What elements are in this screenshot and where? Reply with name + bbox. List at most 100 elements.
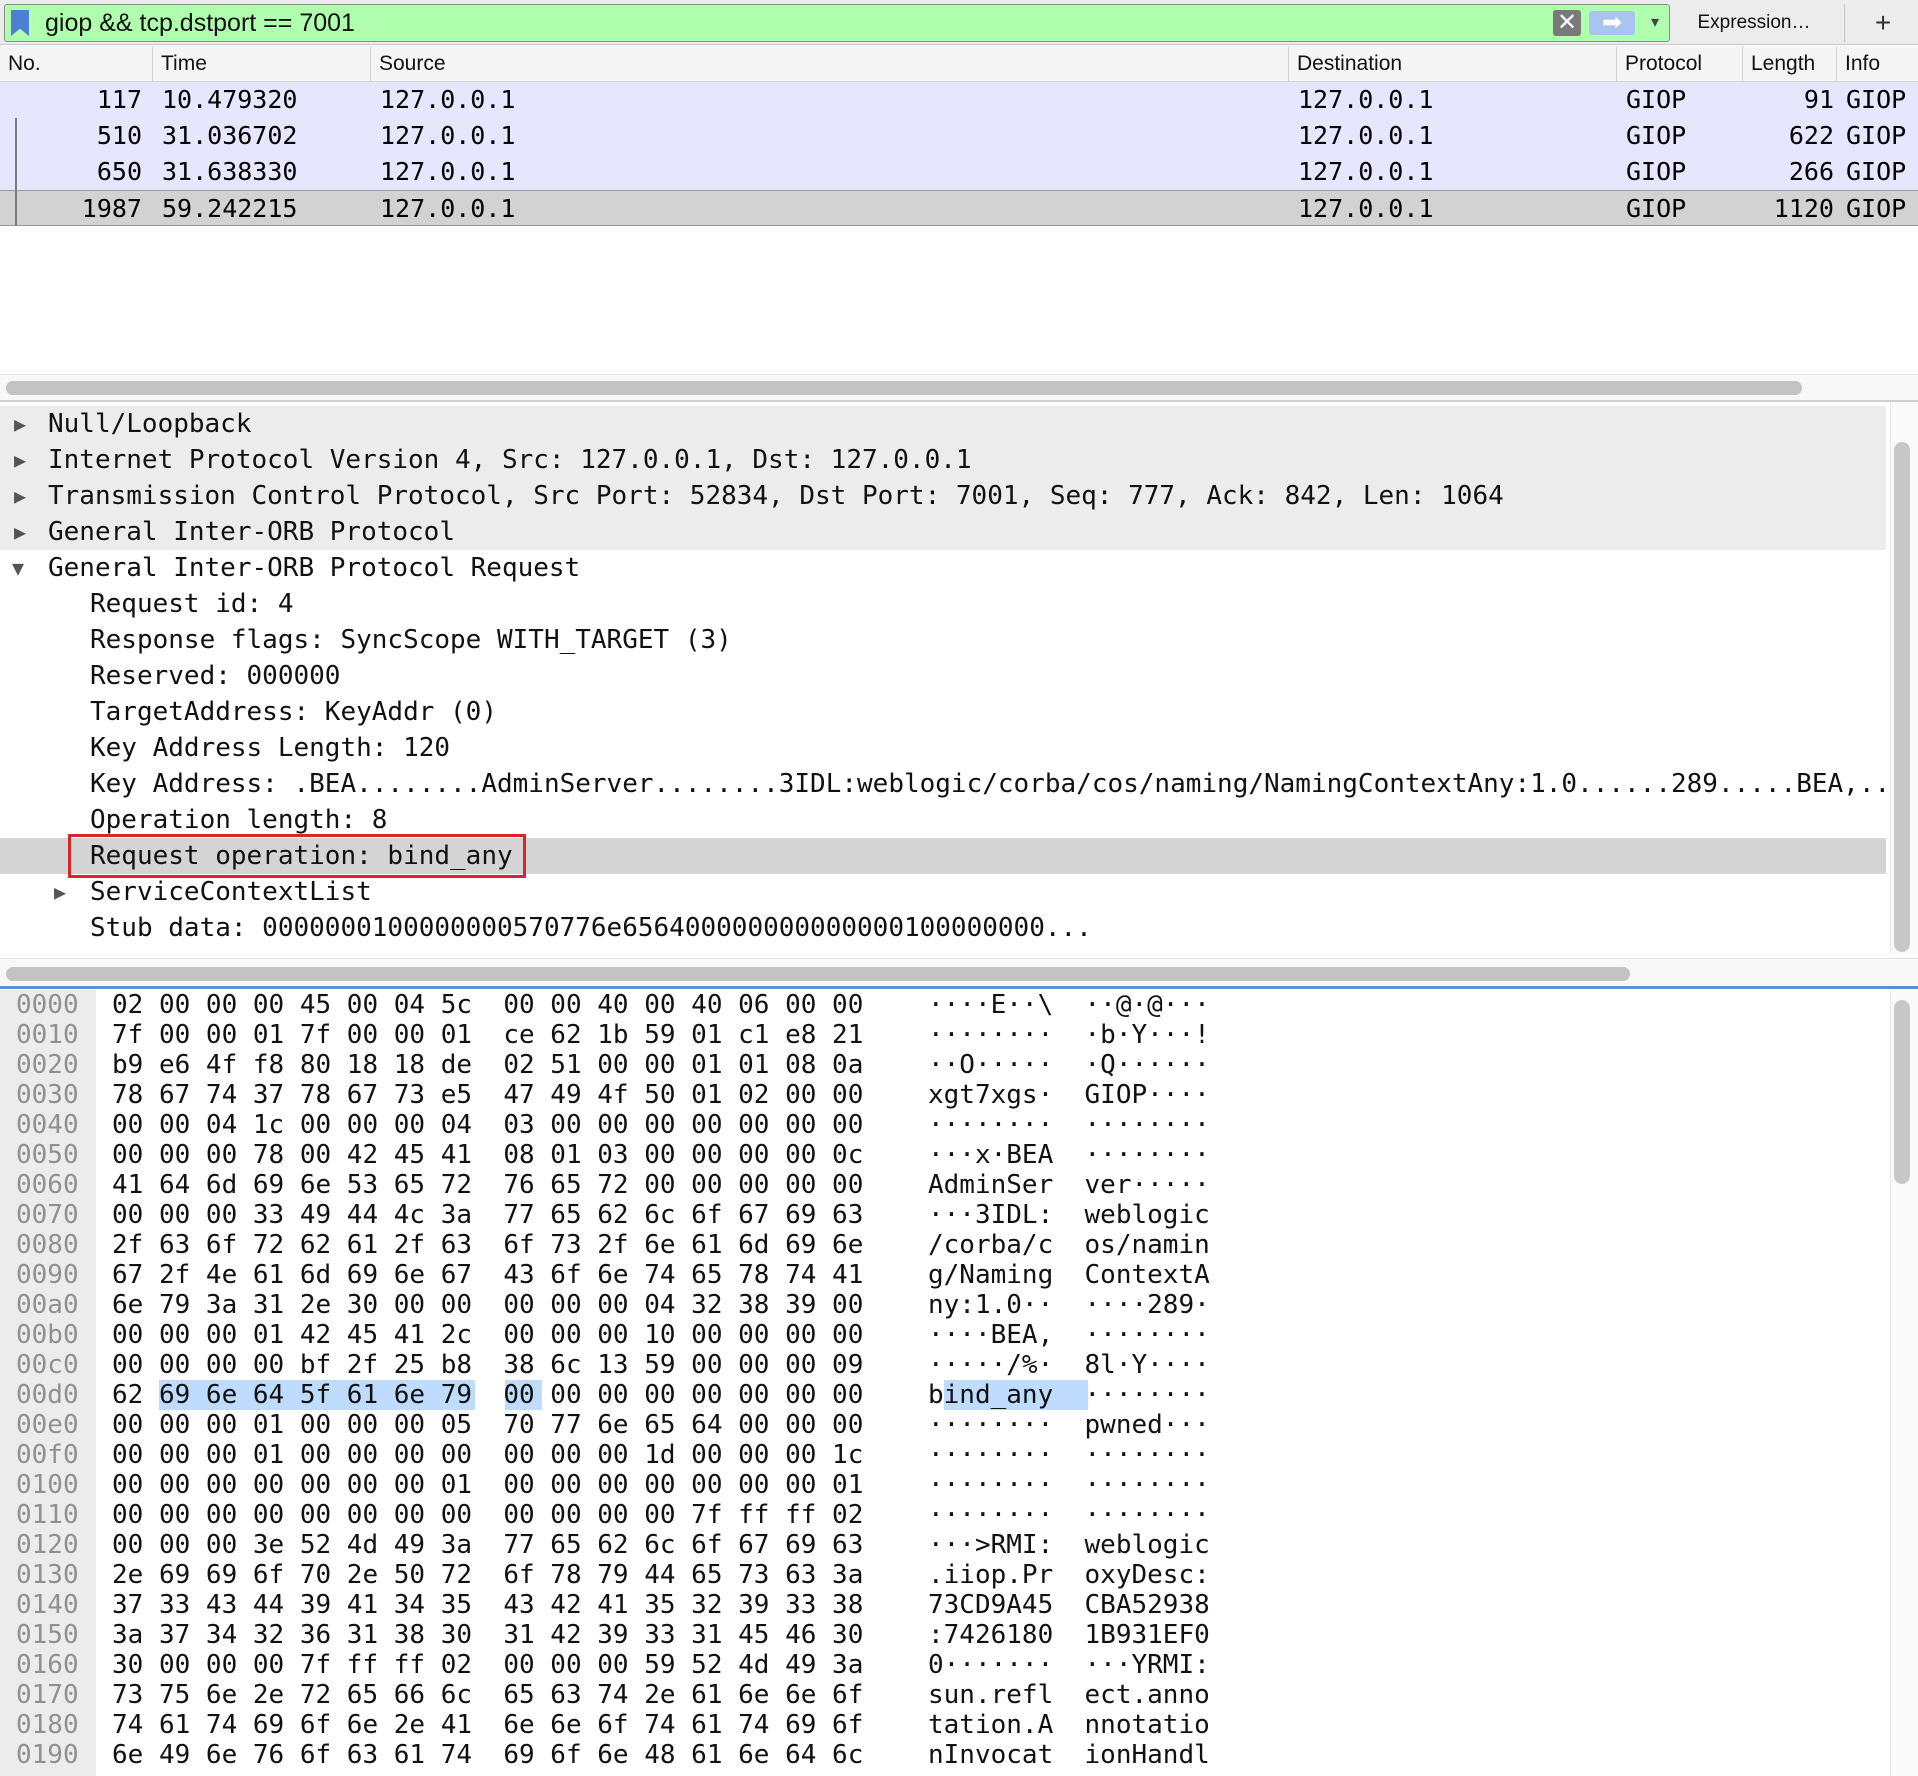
tree-field-request-id[interactable]: Request id: 4	[0, 586, 1886, 622]
hex-line[interactable]: 0190 6e 49 6e 76 6f 63 61 74 69 6f 6e 48 …	[0, 1740, 1880, 1770]
scrollbar-thumb[interactable]	[1894, 442, 1910, 952]
column-header-protocol[interactable]: Protocol	[1616, 46, 1740, 82]
tree-item-ipv4[interactable]: ▶ Internet Protocol Version 4, Src: 127.…	[0, 442, 1886, 478]
hex-bytes: 3a 37 34 32 36 31 38 30 31 42 39 33 31 4…	[112, 1620, 864, 1650]
hex-offset: 0130	[16, 1560, 79, 1590]
hex-bytes: 00 00 00 00 bf 2f 25 b8 38 6c 13 59 00 0…	[112, 1350, 864, 1380]
hex-offset: 0100	[16, 1470, 79, 1500]
tree-field-key-address-length[interactable]: Key Address Length: 120	[0, 730, 1886, 766]
hex-ascii: ····BEA, ········	[928, 1320, 1210, 1350]
hex-line[interactable]: 0140 37 33 43 44 39 41 34 35 43 42 41 35 …	[0, 1590, 1880, 1620]
packet-row[interactable]: 117 10.479320 127.0.0.1 127.0.0.1 GIOP 9…	[0, 82, 1918, 118]
packet-source: 127.0.0.1	[380, 194, 516, 223]
column-header-source[interactable]: Source	[370, 46, 1286, 82]
hex-line[interactable]: 0130 2e 69 69 6f 70 2e 50 72 6f 78 79 44 …	[0, 1560, 1880, 1590]
hex-line[interactable]: 0120 00 00 00 3e 52 4d 49 3a 77 65 62 6c …	[0, 1530, 1880, 1560]
hex-line[interactable]: 00f0 00 00 00 01 00 00 00 00 00 00 00 1d …	[0, 1440, 1880, 1470]
column-header-no[interactable]: No.	[0, 46, 150, 82]
expand-arrow-icon[interactable]: ▶	[14, 406, 26, 442]
hex-line[interactable]: 0170 73 75 6e 2e 72 65 66 6c 65 63 74 2e …	[0, 1680, 1880, 1710]
tree-field-key-address[interactable]: Key Address: .BEA........AdminServer....…	[0, 766, 1890, 802]
hex-bytes: 74 61 74 69 6f 6e 2e 41 6e 6e 6f 74 61 7…	[112, 1710, 864, 1740]
expand-arrow-icon[interactable]: ▶	[14, 442, 26, 478]
add-filter-button-icon[interactable]: +	[1868, 4, 1898, 42]
hex-ascii: ········ ········	[928, 1110, 1210, 1140]
expand-arrow-icon[interactable]: ▶	[54, 874, 66, 910]
hex-bytes: 41 64 6d 69 6e 53 65 72 76 65 72 00 00 0…	[112, 1170, 864, 1200]
packet-row-selected[interactable]: 1987 59.242215 127.0.0.1 127.0.0.1 GIOP …	[0, 190, 1918, 226]
packet-row[interactable]: 510 31.036702 127.0.0.1 127.0.0.1 GIOP 6…	[0, 118, 1918, 154]
hex-line[interactable]: 0020 b9 e6 4f f8 80 18 18 de 02 51 00 00 …	[0, 1050, 1880, 1080]
tree-item-giop[interactable]: ▶ General Inter-ORB Protocol	[0, 514, 1886, 550]
packet-row[interactable]: 650 31.638330 127.0.0.1 127.0.0.1 GIOP 2…	[0, 154, 1918, 190]
hex-line[interactable]: 0160 30 00 00 00 7f ff ff 02 00 00 00 59 …	[0, 1650, 1880, 1680]
hex-line[interactable]: 00e0 00 00 00 01 00 00 00 05 70 77 6e 65 …	[0, 1410, 1880, 1440]
expand-arrow-icon[interactable]: ▶	[14, 478, 26, 514]
tree-field-request-operation[interactable]: Request operation: bind_any	[0, 838, 1886, 874]
hex-bytes: 00 00 00 00 00 00 00 01 00 00 00 00 00 0…	[112, 1470, 864, 1500]
hex-bytes: b9 e6 4f f8 80 18 18 de 02 51 00 00 01 0…	[112, 1050, 864, 1080]
bookmark-icon[interactable]	[11, 10, 29, 36]
hex-line[interactable]: 0040 00 00 04 1c 00 00 00 04 03 00 00 00 …	[0, 1110, 1880, 1140]
hex-ascii: g/Naming ContextA	[928, 1260, 1210, 1290]
hex-line[interactable]: 0070 00 00 00 33 49 44 4c 3a 77 65 62 6c …	[0, 1200, 1880, 1230]
pane-splitter[interactable]	[0, 986, 1918, 989]
hex-ascii: tation.A nnotatio	[928, 1710, 1210, 1740]
hex-line[interactable]: 00d0 62 69 6e 64 5f 61 6e 79 00 00 00 00 …	[0, 1380, 1880, 1410]
hex-offset: 0120	[16, 1530, 79, 1560]
hex-ascii: ···3IDL: weblogic	[928, 1200, 1210, 1230]
hex-line[interactable]: 00a0 6e 79 3a 31 2e 30 00 00 00 00 00 04 …	[0, 1290, 1880, 1320]
hex-offset: 0060	[16, 1170, 79, 1200]
hex-ascii: ···x·BEA ········	[928, 1140, 1210, 1170]
hex-offset: 00b0	[16, 1320, 79, 1350]
tree-item-service-context-list[interactable]: ▶ ServiceContextList	[0, 874, 1886, 910]
hex-offset: 0080	[16, 1230, 79, 1260]
packet-source: 127.0.0.1	[380, 157, 516, 186]
hex-line[interactable]: 00c0 00 00 00 00 bf 2f 25 b8 38 6c 13 59 …	[0, 1350, 1880, 1380]
column-header-info[interactable]: Info	[1836, 46, 1918, 82]
hex-line[interactable]: 00b0 00 00 00 01 42 45 41 2c 00 00 00 10 …	[0, 1320, 1880, 1350]
chevron-down-icon[interactable]: ▾	[1645, 11, 1665, 35]
hex-bytes: 00 00 00 01 00 00 00 00 00 00 00 1d 00 0…	[112, 1440, 864, 1470]
hex-line[interactable]: 0150 3a 37 34 32 36 31 38 30 31 42 39 33 …	[0, 1620, 1880, 1650]
scrollbar-thumb[interactable]	[6, 381, 1802, 395]
hex-line[interactable]: 0110 00 00 00 00 00 00 00 00 00 00 00 00 …	[0, 1500, 1880, 1530]
hex-offset: 0150	[16, 1620, 79, 1650]
collapse-arrow-icon[interactable]: ▼	[12, 550, 24, 586]
display-filter-input[interactable]: giop && tcp.dstport == 7001 ✕ ➡ ▾	[4, 4, 1670, 42]
apply-filter-icon[interactable]: ➡	[1589, 11, 1635, 35]
tree-item-label: Key Address: .BEA........AdminServer....…	[90, 769, 1891, 799]
hex-line[interactable]: 0100 00 00 00 00 00 00 00 01 00 00 00 00 …	[0, 1470, 1880, 1500]
hex-line[interactable]: 0010 7f 00 00 01 7f 00 00 01 ce 62 1b 59 …	[0, 1020, 1880, 1050]
expand-arrow-icon[interactable]: ▶	[14, 514, 26, 550]
tree-field-response-flags[interactable]: Response flags: SyncScope WITH_TARGET (3…	[0, 622, 1886, 658]
tree-field-stub-data[interactable]: Stub data: 0000000100000000570776e656400…	[0, 910, 1886, 946]
hex-bytes: 62 69 6e 64 5f 61 6e 79 00 00 00 00 00 0…	[112, 1380, 864, 1410]
tree-item-giop-request[interactable]: ▼ General Inter-ORB Protocol Request	[0, 550, 1886, 586]
expression-button[interactable]: Expression…	[1694, 4, 1814, 42]
tree-field-operation-length[interactable]: Operation length: 8	[0, 802, 1886, 838]
packet-time: 59.242215	[162, 194, 298, 223]
display-filter-text[interactable]: giop && tcp.dstport == 7001	[45, 5, 355, 41]
tree-item-tcp[interactable]: ▶ Transmission Control Protocol, Src Por…	[0, 478, 1886, 514]
hex-line[interactable]: 0060 41 64 6d 69 6e 53 65 72 76 65 72 00 …	[0, 1170, 1880, 1200]
hex-line[interactable]: 0080 2f 63 6f 72 62 61 2f 63 6f 73 2f 6e …	[0, 1230, 1880, 1260]
hex-bytes: 00 00 00 01 42 45 41 2c 00 00 00 10 00 0…	[112, 1320, 864, 1350]
hex-bytes: 2f 63 6f 72 62 61 2f 63 6f 73 2f 6e 61 6…	[112, 1230, 864, 1260]
scrollbar-thumb[interactable]	[1894, 1000, 1910, 1184]
hex-line[interactable]: 0180 74 61 74 69 6f 6e 2e 41 6e 6e 6f 74 …	[0, 1710, 1880, 1740]
hex-line[interactable]: 0000 02 00 00 00 45 00 04 5c 00 00 40 00 …	[0, 990, 1880, 1020]
clear-filter-icon[interactable]: ✕	[1553, 10, 1581, 36]
packet-list-horizontal-scrollbar[interactable]	[0, 374, 1918, 400]
column-header-length[interactable]: Length	[1742, 46, 1842, 82]
tree-item-null-loopback[interactable]: ▶ Null/Loopback	[0, 406, 1886, 442]
column-header-destination[interactable]: Destination	[1288, 46, 1614, 82]
tree-field-target-address[interactable]: TargetAddress: KeyAddr (0)	[0, 694, 1886, 730]
details-horizontal-scrollbar[interactable]	[0, 958, 1918, 988]
scrollbar-thumb[interactable]	[6, 967, 1630, 981]
tree-field-reserved[interactable]: Reserved: 000000	[0, 658, 1886, 694]
hex-line[interactable]: 0030 78 67 74 37 78 67 73 e5 47 49 4f 50 …	[0, 1080, 1880, 1110]
hex-line[interactable]: 0090 67 2f 4e 61 6d 69 6e 67 43 6f 6e 74 …	[0, 1260, 1880, 1290]
hex-line[interactable]: 0050 00 00 00 78 00 42 45 41 08 01 03 00 …	[0, 1140, 1880, 1170]
column-header-time[interactable]: Time	[152, 46, 368, 82]
